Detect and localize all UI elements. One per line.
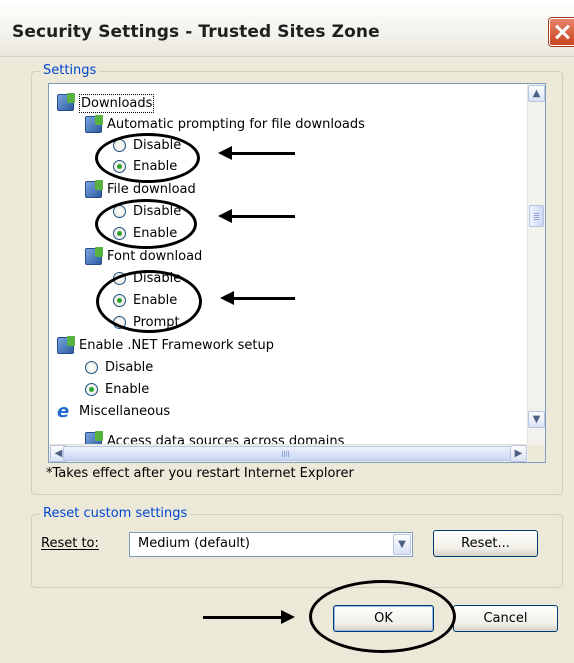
vertical-scroll-thumb[interactable] bbox=[529, 205, 544, 227]
annotation-arrow bbox=[218, 146, 295, 160]
scroll-corner bbox=[528, 445, 545, 462]
reset-button[interactable]: Reset... bbox=[433, 530, 538, 557]
window-title: Security Settings - Trusted Sites Zone bbox=[12, 22, 380, 42]
settings-category-icon bbox=[57, 336, 75, 354]
reset-level-value: Medium (default) bbox=[138, 536, 250, 551]
scroll-down-icon[interactable]: ▼ bbox=[528, 411, 545, 428]
chevron-down-icon[interactable]: ▼ bbox=[393, 534, 411, 555]
title-bar: Security Settings - Trusted Sites Zone bbox=[0, 0, 574, 57]
scroll-right-icon[interactable]: ▶ bbox=[510, 445, 527, 462]
reset-level-select[interactable]: Medium (default) ▼ bbox=[129, 532, 413, 557]
settings-category-icon bbox=[85, 247, 103, 265]
radio-button[interactable] bbox=[85, 383, 98, 396]
tree-item-downloads[interactable]: Downloads bbox=[57, 93, 357, 113]
tree-item-auto-prompt[interactable]: Automatic prompting for file downloads bbox=[85, 115, 485, 135]
settings-category-icon bbox=[85, 180, 103, 198]
tree-item-label: Font download bbox=[107, 249, 203, 264]
tree-item-font-download[interactable]: Font download bbox=[85, 247, 385, 267]
scroll-up-icon[interactable]: ▲ bbox=[528, 85, 545, 102]
tree-item-access-data[interactable]: Access data sources across domains bbox=[85, 424, 385, 445]
annotation-arrow bbox=[218, 209, 295, 223]
annotation-arrow bbox=[220, 291, 295, 305]
settings-category-icon bbox=[85, 115, 103, 133]
tree-item-file-download[interactable]: File download bbox=[85, 180, 385, 200]
tree-item-label: Automatic prompting for file downloads bbox=[107, 117, 365, 132]
radio-button[interactable] bbox=[85, 361, 98, 374]
annotation-arrow bbox=[203, 610, 295, 624]
close-icon[interactable] bbox=[549, 18, 574, 46]
horizontal-scrollbar[interactable]: ◀ ▶ bbox=[49, 444, 528, 462]
radio-net-framework-enable[interactable]: Enable bbox=[85, 380, 205, 400]
tree-item-label: File download bbox=[107, 182, 196, 197]
reset-legend: Reset custom settings bbox=[40, 506, 191, 521]
annotation-circle bbox=[309, 580, 456, 653]
tree-item-miscellaneous[interactable]: e Miscellaneous bbox=[57, 402, 357, 422]
radio-label: Enable bbox=[105, 382, 150, 397]
horizontal-scroll-thumb[interactable] bbox=[63, 446, 513, 461]
tree-item-label: Enable .NET Framework setup bbox=[79, 338, 275, 353]
radio-label: Disable bbox=[105, 360, 154, 375]
settings-category-icon bbox=[57, 93, 75, 111]
tree-item-net-framework[interactable]: Enable .NET Framework setup bbox=[57, 336, 357, 356]
restart-note: *Takes effect after you restart Internet… bbox=[46, 466, 354, 481]
reset-to-label: Reset to: bbox=[41, 536, 99, 551]
tree-item-label: Downloads bbox=[79, 94, 155, 113]
security-settings-dialog: Security Settings - Trusted Sites Zone S… bbox=[0, 0, 574, 663]
vertical-scrollbar[interactable]: ▲ ▼ bbox=[527, 84, 545, 445]
radio-net-framework-disable[interactable]: Disable bbox=[85, 358, 205, 378]
settings-legend: Settings bbox=[40, 63, 100, 78]
tree-item-label: Miscellaneous bbox=[79, 404, 171, 419]
cancel-button[interactable]: Cancel bbox=[453, 605, 558, 632]
internet-explorer-icon: e bbox=[57, 401, 70, 422]
annotation-circle bbox=[95, 133, 200, 183]
annotation-circle bbox=[96, 270, 202, 333]
annotation-circle bbox=[95, 199, 197, 249]
